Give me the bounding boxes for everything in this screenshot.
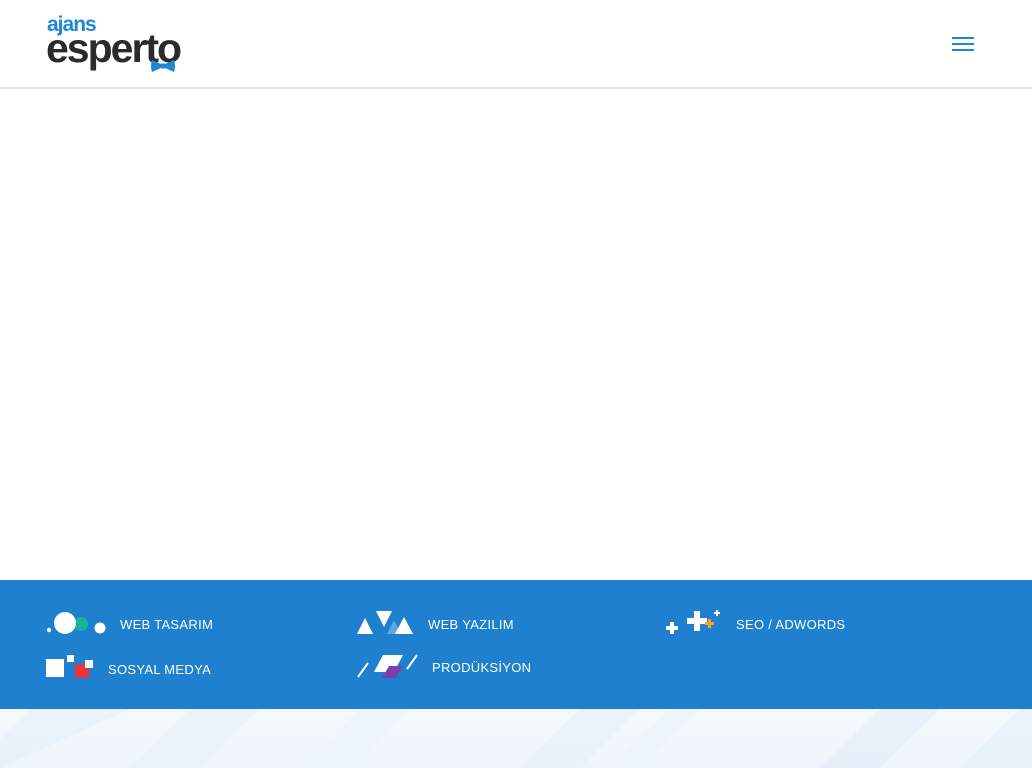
hamburger-menu-icon[interactable] (952, 35, 976, 53)
service-label: SOSYAL MEDYA (108, 661, 212, 677)
bow-tie-icon (151, 60, 175, 72)
service-label: WEB YAZILIM (428, 616, 514, 632)
hamburger-line (952, 43, 974, 45)
service-sosyal-medya[interactable]: SOSYAL MEDYA (46, 654, 211, 684)
social-media-icon (46, 655, 93, 678)
service-label: PRODÜKSİYON (432, 659, 532, 675)
web-design-icon (46, 612, 106, 634)
hamburger-line (952, 37, 974, 39)
production-icon (357, 654, 418, 678)
seo-icon (666, 610, 720, 634)
service-label: SEO / ADWORDS (736, 616, 846, 632)
hamburger-line (952, 49, 974, 51)
services-bar: WEB TASARIM WEB YAZILIM SEO / ADWORDS SO… (0, 580, 1032, 709)
hero-area (0, 91, 1032, 580)
service-label: WEB TASARIM (120, 616, 214, 632)
service-web-tasarim[interactable]: WEB TASARIM (46, 609, 213, 639)
site-logo[interactable]: ajans esperto (46, 14, 182, 74)
web-software-icon (357, 611, 413, 634)
service-produksiyon[interactable]: PRODÜKSİYON (356, 652, 531, 682)
site-header: ajans esperto (0, 0, 1032, 89)
decorative-stripe-pattern (0, 709, 1032, 768)
service-web-yazilim[interactable]: WEB YAZILIM (356, 609, 514, 639)
service-seo-adwords[interactable]: SEO / ADWORDS (664, 609, 845, 639)
stripe-pattern-graphic (0, 709, 1032, 768)
